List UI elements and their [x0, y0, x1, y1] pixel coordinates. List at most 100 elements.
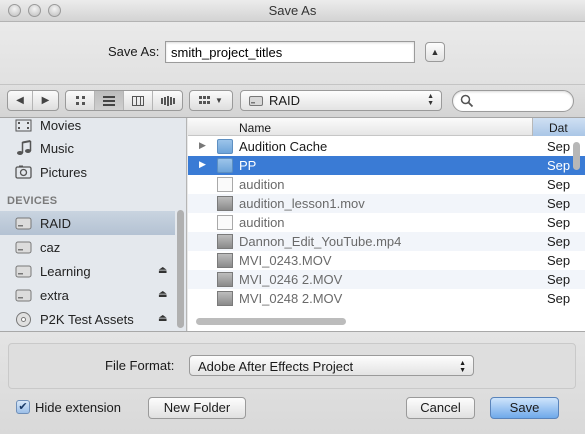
name-column-header[interactable]: Name — [239, 121, 271, 135]
file-row[interactable]: audition_lesson1.mov Sep — [188, 194, 585, 213]
sidebar-item-label: Pictures — [40, 164, 87, 180]
file-name: audition_lesson1.mov — [239, 196, 365, 211]
sidebar-item-movies[interactable]: Movies — [0, 118, 175, 137]
dialog-footer: File Format: Adobe After Effects Project… — [0, 331, 585, 434]
arrange-menu-button[interactable]: ▼ — [189, 90, 233, 111]
file-row[interactable]: MVI_0246 2.MOV Sep — [188, 270, 585, 289]
movie-file-icon — [217, 234, 233, 249]
sidebar-item-label: P2K Test Assets — [40, 311, 134, 327]
title-bar: Save As — [0, 0, 585, 22]
save-as-input[interactable] — [165, 41, 415, 63]
forward-arrow-icon: ▶ — [41, 95, 50, 106]
arrange-grid-icon — [199, 96, 211, 104]
sidebar-item-label: caz — [40, 239, 61, 255]
sidebar-item-label: extra — [40, 287, 69, 303]
disk-icon — [15, 241, 32, 254]
file-name: MVI_0246 2.MOV — [239, 272, 343, 287]
music-icon — [17, 140, 32, 155]
date-column-header[interactable]: Dat — [532, 118, 585, 136]
sidebar-item-extra[interactable]: extra — [0, 283, 175, 307]
sidebar-item-pictures[interactable]: Pictures — [0, 160, 175, 184]
hide-extension-checkbox[interactable]: ✔ — [16, 400, 30, 414]
column-view-button[interactable] — [124, 91, 153, 110]
file-format-label: File Format: — [105, 358, 175, 373]
sidebar-item-label: RAID — [40, 215, 72, 231]
sidebar: Movies Music Pictures DEVICES RAID caz L… — [0, 118, 187, 331]
movies-icon — [15, 119, 32, 132]
list-view-button[interactable] — [95, 91, 124, 110]
movie-file-icon — [217, 196, 233, 211]
eject-icon[interactable]: ⏏ — [158, 265, 167, 276]
file-name: MVI_0243.MOV — [239, 253, 332, 268]
search-field[interactable] — [452, 90, 574, 112]
back-button[interactable]: ◀ — [8, 91, 33, 110]
disclosure-triangle-icon[interactable]: ▶ — [199, 159, 206, 170]
file-row[interactable]: MVI_0248 2.MOV Sep — [188, 289, 585, 308]
forward-button[interactable]: ▶ — [33, 91, 58, 110]
file-date: Sep — [547, 215, 571, 230]
coverflow-icon — [160, 95, 175, 106]
file-row[interactable]: ▶ Audition Cache Sep — [188, 137, 585, 156]
sidebar-item-label: Music — [40, 140, 74, 156]
hide-extension-label[interactable]: Hide extension — [35, 400, 121, 415]
file-row[interactable]: audition Sep — [188, 175, 585, 194]
search-icon — [460, 94, 474, 108]
file-name: PP — [239, 158, 257, 173]
save-as-row: Save As: ▲ — [0, 22, 585, 84]
file-date: Sep — [547, 253, 571, 268]
file-row[interactable]: audition Sep — [188, 213, 585, 232]
arrange-button[interactable]: ▼ — [190, 91, 232, 110]
file-format-panel: File Format: Adobe After Effects Project… — [8, 343, 576, 389]
movie-file-icon — [217, 272, 233, 287]
collapse-dialog-button[interactable]: ▲ — [425, 42, 445, 62]
disk-icon — [15, 289, 32, 302]
file-format-popup[interactable]: Adobe After Effects Project ▲ ▼ — [189, 355, 474, 376]
file-row[interactable]: MVI_0243.MOV Sep — [188, 251, 585, 270]
disk-icon — [15, 217, 32, 230]
file-date: Sep — [547, 177, 571, 192]
cancel-button[interactable]: Cancel — [406, 397, 475, 419]
sidebar-item-caz[interactable]: caz — [0, 235, 175, 259]
columns-icon — [132, 95, 144, 106]
dropdown-arrow-icon: ▼ — [215, 96, 223, 105]
list-icon — [103, 95, 115, 106]
sidebar-item-learning[interactable]: Learning — [0, 259, 175, 283]
file-list: Name Dat ▶ Audition Cache Sep ▶ PP Sep a… — [188, 118, 585, 331]
file-row[interactable]: Dannon_Edit_YouTube.mp4 Sep — [188, 232, 585, 251]
save-as-label: Save As: — [108, 44, 160, 59]
file-date: Sep — [547, 158, 571, 173]
toolbar: ◀ ▶ ▼ RAID ▲ ▼ — [0, 84, 585, 118]
movie-file-icon — [217, 253, 233, 268]
file-name: Dannon_Edit_YouTube.mp4 — [239, 234, 402, 249]
horizontal-scrollbar[interactable] — [196, 318, 346, 325]
sidebar-scrollbar[interactable] — [177, 210, 184, 328]
window-title: Save As — [268, 3, 317, 18]
file-name: MVI_0248 2.MOV — [239, 291, 343, 306]
icon-view-button[interactable] — [66, 91, 95, 110]
sidebar-item-label: Movies — [40, 118, 82, 133]
file-date: Sep — [547, 272, 571, 287]
sidebar-item-music[interactable]: Music — [0, 136, 175, 160]
vertical-scrollbar[interactable] — [573, 142, 580, 170]
file-date: Sep — [547, 139, 571, 154]
coverflow-view-button[interactable] — [153, 91, 182, 110]
checkmark-icon: ✔ — [18, 401, 28, 413]
new-folder-button[interactable]: New Folder — [148, 397, 246, 419]
file-row[interactable]: ▶ PP Sep — [188, 156, 585, 175]
column-header: Name Dat — [188, 118, 585, 136]
file-name: audition — [239, 177, 285, 192]
location-popup[interactable]: RAID ▲ ▼ — [240, 90, 442, 111]
sidebar-item-raid[interactable]: RAID — [0, 211, 175, 235]
view-mode-control — [65, 90, 183, 111]
movie-file-icon — [217, 291, 233, 306]
eject-icon[interactable]: ⏏ — [158, 289, 167, 300]
save-button[interactable]: Save — [490, 397, 559, 419]
sidebar-item-label: Learning — [40, 263, 91, 279]
pictures-icon — [15, 165, 32, 179]
disclosure-triangle-icon[interactable]: ▶ — [199, 140, 206, 151]
document-icon — [217, 215, 233, 230]
eject-icon[interactable]: ⏏ — [158, 313, 167, 324]
folder-icon — [217, 158, 233, 173]
location-label: RAID — [269, 93, 301, 108]
sidebar-item-p2k-test-assets[interactable]: P2K Test Assets — [0, 307, 175, 331]
